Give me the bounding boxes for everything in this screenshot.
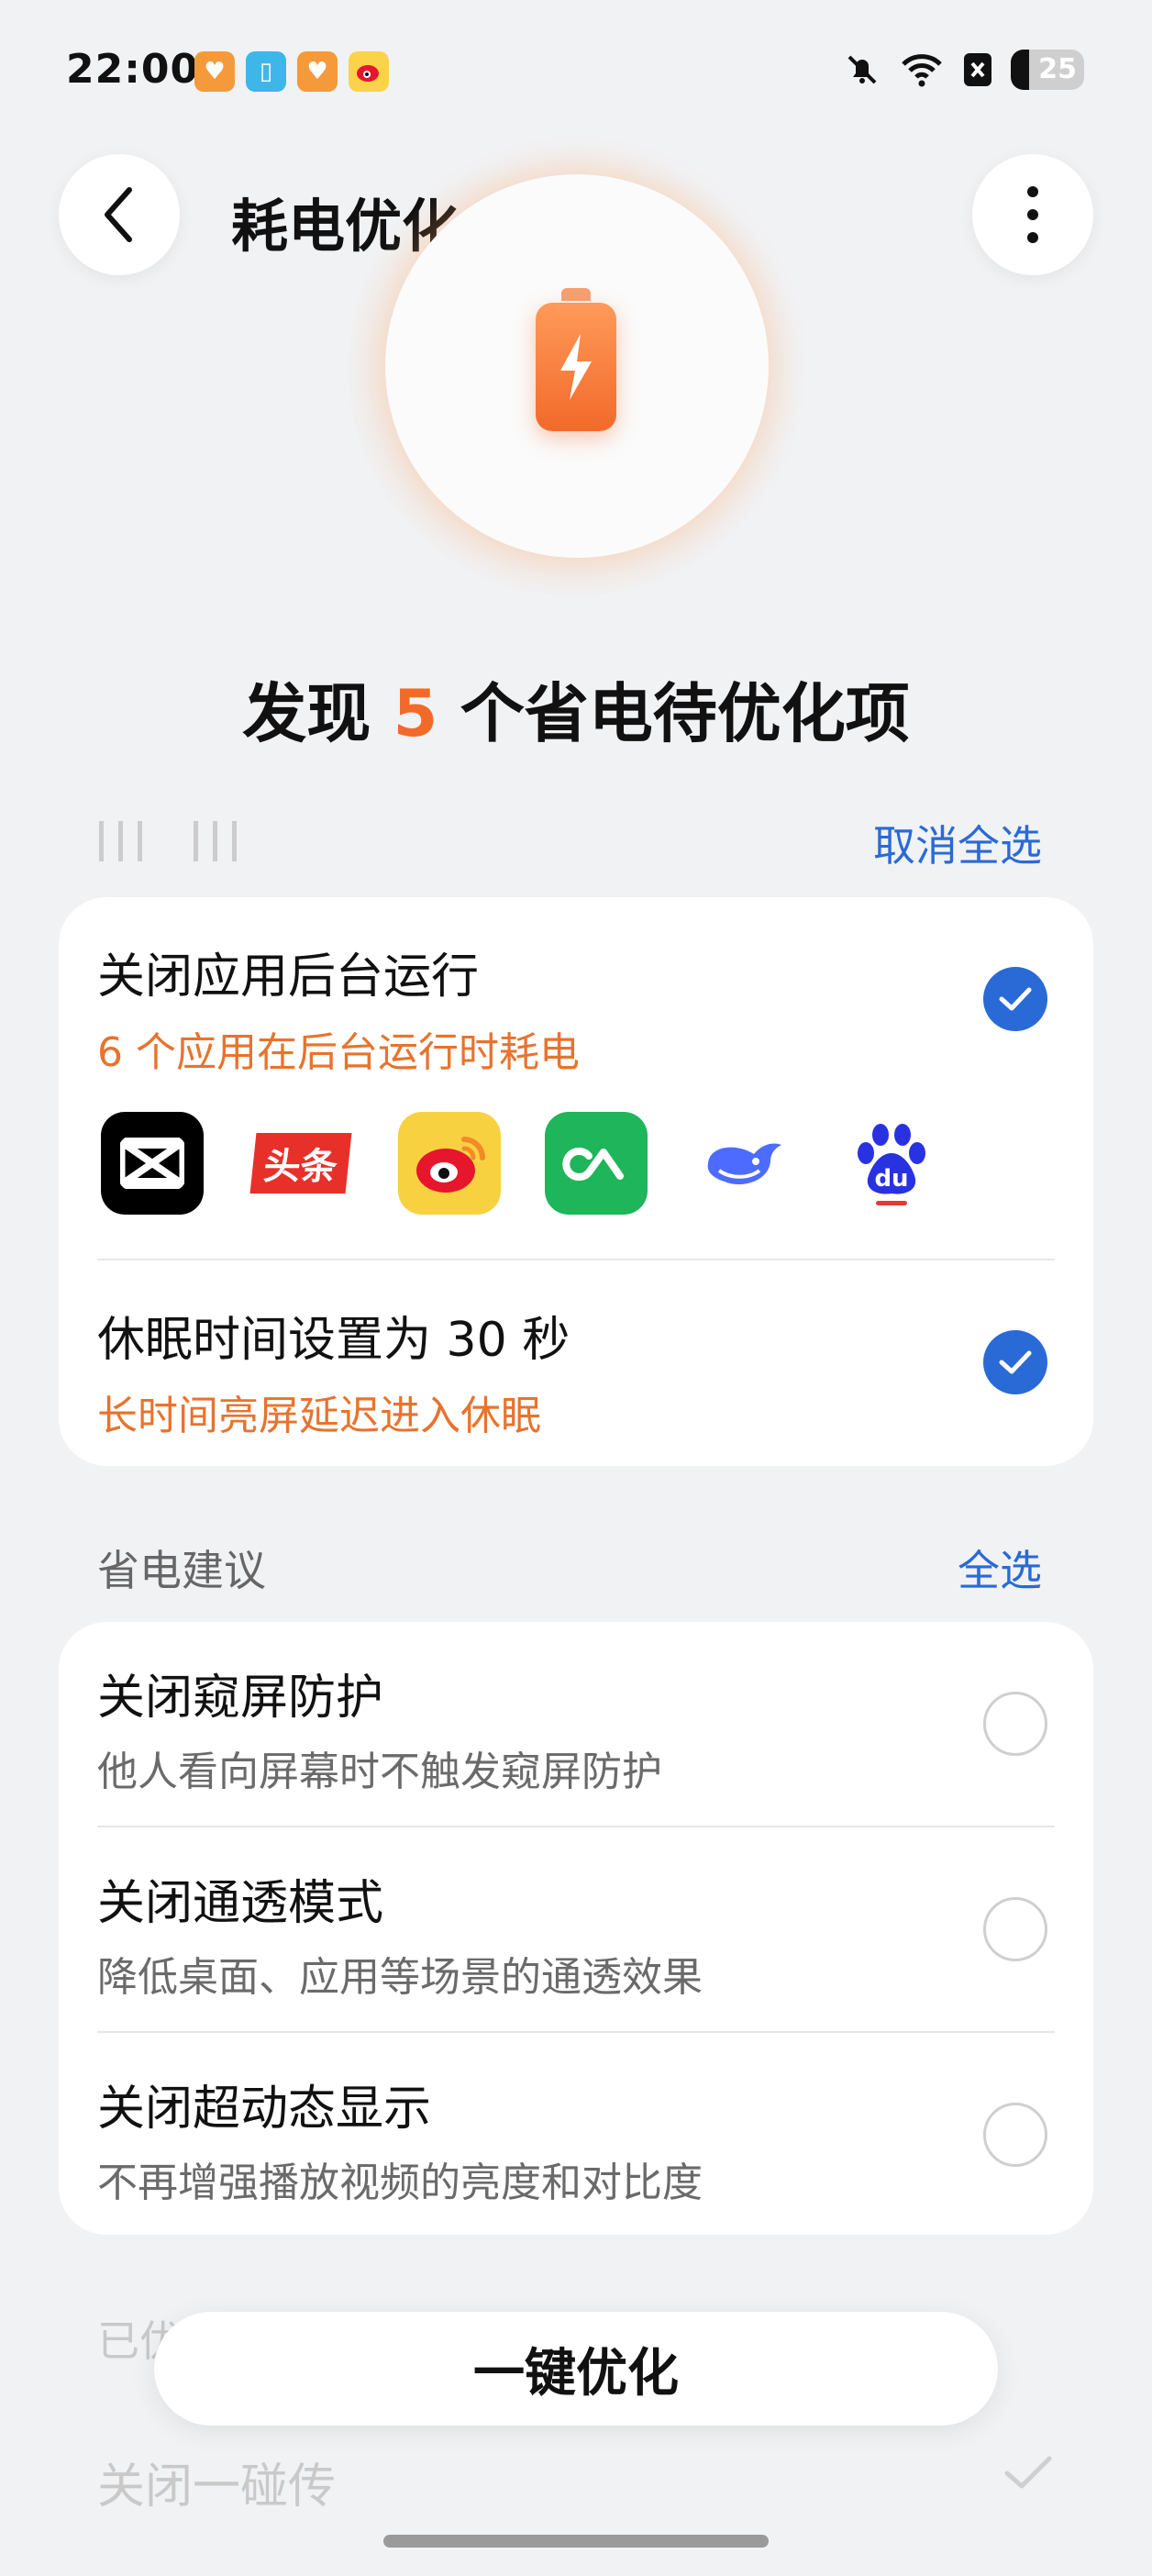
battery-icon: 25 (1011, 50, 1084, 90)
optimized-item-title: 关闭一碰传 (97, 2459, 337, 2515)
book-app-notification-icon: ▯ (246, 51, 286, 92)
status-right: 25 (844, 50, 1084, 90)
item-translucency-mode[interactable]: 关闭通透模式 降低桌面、应用等场景的通透效果 (97, 1864, 703, 2003)
deselect-all-link[interactable]: 取消全选 (873, 813, 1042, 873)
green-app-icon (545, 1112, 648, 1215)
back-button[interactable] (59, 154, 180, 275)
back-arrow-icon (105, 187, 132, 242)
battery-bolt-icon (536, 303, 616, 431)
divider (97, 2031, 1055, 2033)
checkbox-hdr-display[interactable] (983, 2103, 1047, 2167)
weibo-notification-icon (349, 51, 389, 92)
item-title: 关闭窥屏防护 (97, 1671, 384, 1726)
heart-app-notification-icon: ♥ (194, 51, 235, 92)
checkbox-background-apps[interactable] (983, 967, 1047, 1031)
item-subtitle: 6 个应用在后台运行时耗电 (97, 1029, 580, 1076)
hero-battery-cap (561, 288, 591, 301)
item-background-apps[interactable]: 关闭应用后台运行 6 个应用在后台运行时耗电 (97, 938, 580, 1078)
home-indicator[interactable] (383, 2535, 769, 2548)
item-subtitle: 不再增强播放视频的亮度和对比度 (97, 2160, 703, 2206)
mute-icon (847, 55, 877, 84)
deepseek-app-icon (693, 1112, 796, 1215)
toutiao-app-icon: 头条 (249, 1112, 352, 1215)
checkbox-privacy-protection[interactable] (983, 1692, 1047, 1756)
item-title: 休眠时间设置为 30 秒 (97, 1313, 570, 1368)
item-subtitle: 降低桌面、应用等场景的通透效果 (97, 1954, 703, 2001)
status-time: 22:00 (66, 46, 200, 93)
headline-suffix: 个省电待优化项 (438, 676, 910, 751)
item-title: 关闭通透模式 (97, 1876, 384, 1931)
item-sleep-timeout[interactable]: 休眠时间设置为 30 秒 长时间亮屏延迟进入休眠 (97, 1301, 570, 1441)
more-options-button[interactable] (972, 154, 1093, 275)
wifi-icon (902, 54, 942, 87)
item-title: 关闭超动态显示 (97, 2082, 432, 2137)
toutiao-label: 头条 (249, 1133, 352, 1194)
checkmark-icon (999, 987, 1032, 1011)
headline-count: 5 (393, 676, 438, 751)
divider (97, 1826, 1055, 1827)
item-subtitle: 长时间亮屏延迟进入休眠 (97, 1393, 541, 1439)
suggestions-label: 省电建议 (97, 1546, 266, 1595)
more-vertical-icon (1027, 186, 1038, 243)
baidu-underline (876, 1200, 907, 1205)
suggestions-card: 关闭窥屏防护 他人看向屏幕时不触发窥屏防护 关闭通透模式 降低桌面、应用等场景的… (59, 1622, 1093, 2235)
capcut-app-icon (101, 1112, 204, 1215)
item-privacy-protection[interactable]: 关闭窥屏防护 他人看向屏幕时不触发窥屏防护 (97, 1659, 662, 1797)
checkmark-icon (999, 1350, 1032, 1374)
heart-app-notification-icon: ♥ (297, 51, 338, 92)
baidu-label: du (874, 1165, 908, 1193)
notification-icons: ♥ ▯ ♥ (194, 51, 389, 92)
one-tap-optimize-button[interactable]: 一键优化 (154, 2312, 998, 2426)
baidu-app-icon: du (840, 1112, 943, 1215)
checkbox-sleep-timeout[interactable] (983, 1330, 1047, 1394)
item-subtitle: 他人看向屏幕时不触发窥屏防护 (97, 1749, 662, 1795)
battery-level: 25 (1038, 53, 1077, 85)
checkbox-translucency-mode[interactable] (983, 1897, 1047, 1961)
select-all-link[interactable]: 全选 (958, 1538, 1042, 1598)
checkmark-icon (1004, 2456, 1052, 2489)
divider (97, 1259, 1055, 1260)
blurred-section-label (99, 821, 237, 861)
headline-prefix: 发现 (242, 676, 393, 751)
sim-icon (964, 53, 991, 86)
item-hdr-display[interactable]: 关闭超动态显示 不再增强播放视频的亮度和对比度 (97, 2070, 703, 2208)
weibo-app-icon (398, 1112, 501, 1215)
headline: 发现 5 个省电待优化项 (0, 662, 1152, 755)
selected-items-card: 关闭应用后台运行 6 个应用在后台运行时耗电 头条 du 休眠时间设置为 30 … (59, 897, 1093, 1466)
item-title: 关闭应用后台运行 (97, 949, 480, 1005)
